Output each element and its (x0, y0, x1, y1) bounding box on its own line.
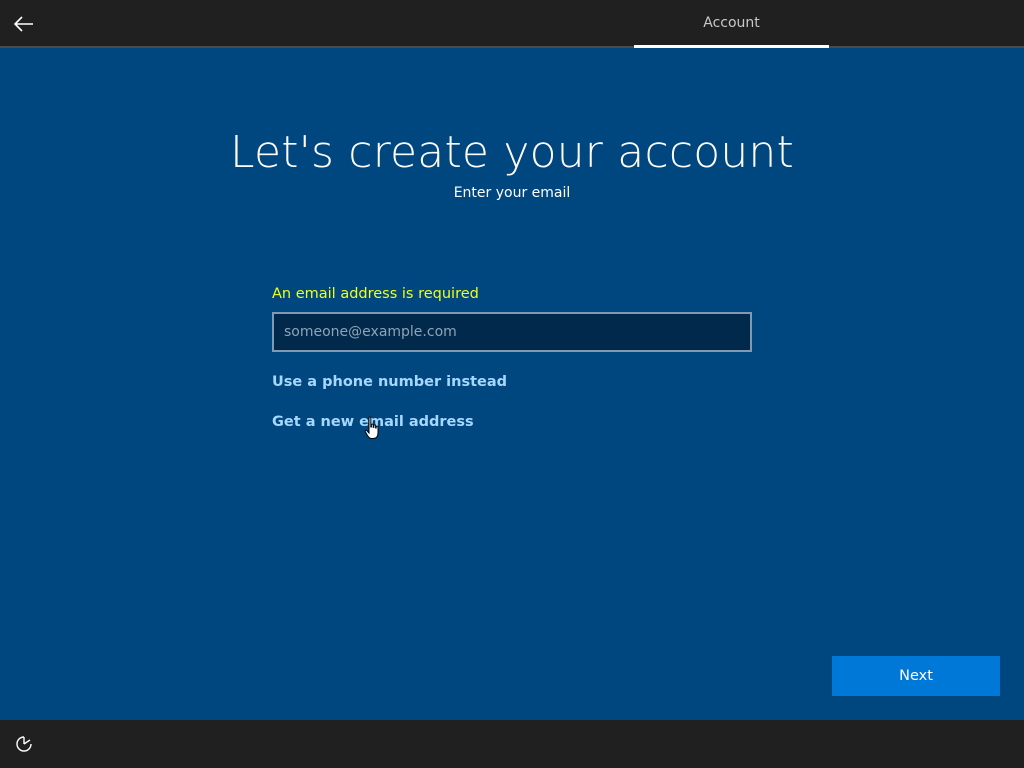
get-new-email-link[interactable]: Get a new email address (272, 414, 474, 430)
tab-account-indicator (634, 45, 829, 48)
top-bar: Account (0, 0, 1024, 48)
ease-of-access-button[interactable] (12, 732, 36, 756)
page-subtitle: Enter your email (453, 185, 571, 201)
tab-account: Account (703, 15, 760, 31)
ease-of-access-icon (16, 736, 32, 752)
back-button[interactable] (6, 6, 42, 42)
arrow-left-icon (14, 16, 33, 32)
page-title: Let's create your account (230, 127, 794, 178)
email-input[interactable] (272, 312, 752, 352)
next-button[interactable]: Next (832, 656, 1000, 696)
email-error-message: An email address is required (272, 286, 479, 302)
use-phone-number-link[interactable]: Use a phone number instead (272, 374, 507, 390)
bottom-bar (0, 720, 1024, 768)
